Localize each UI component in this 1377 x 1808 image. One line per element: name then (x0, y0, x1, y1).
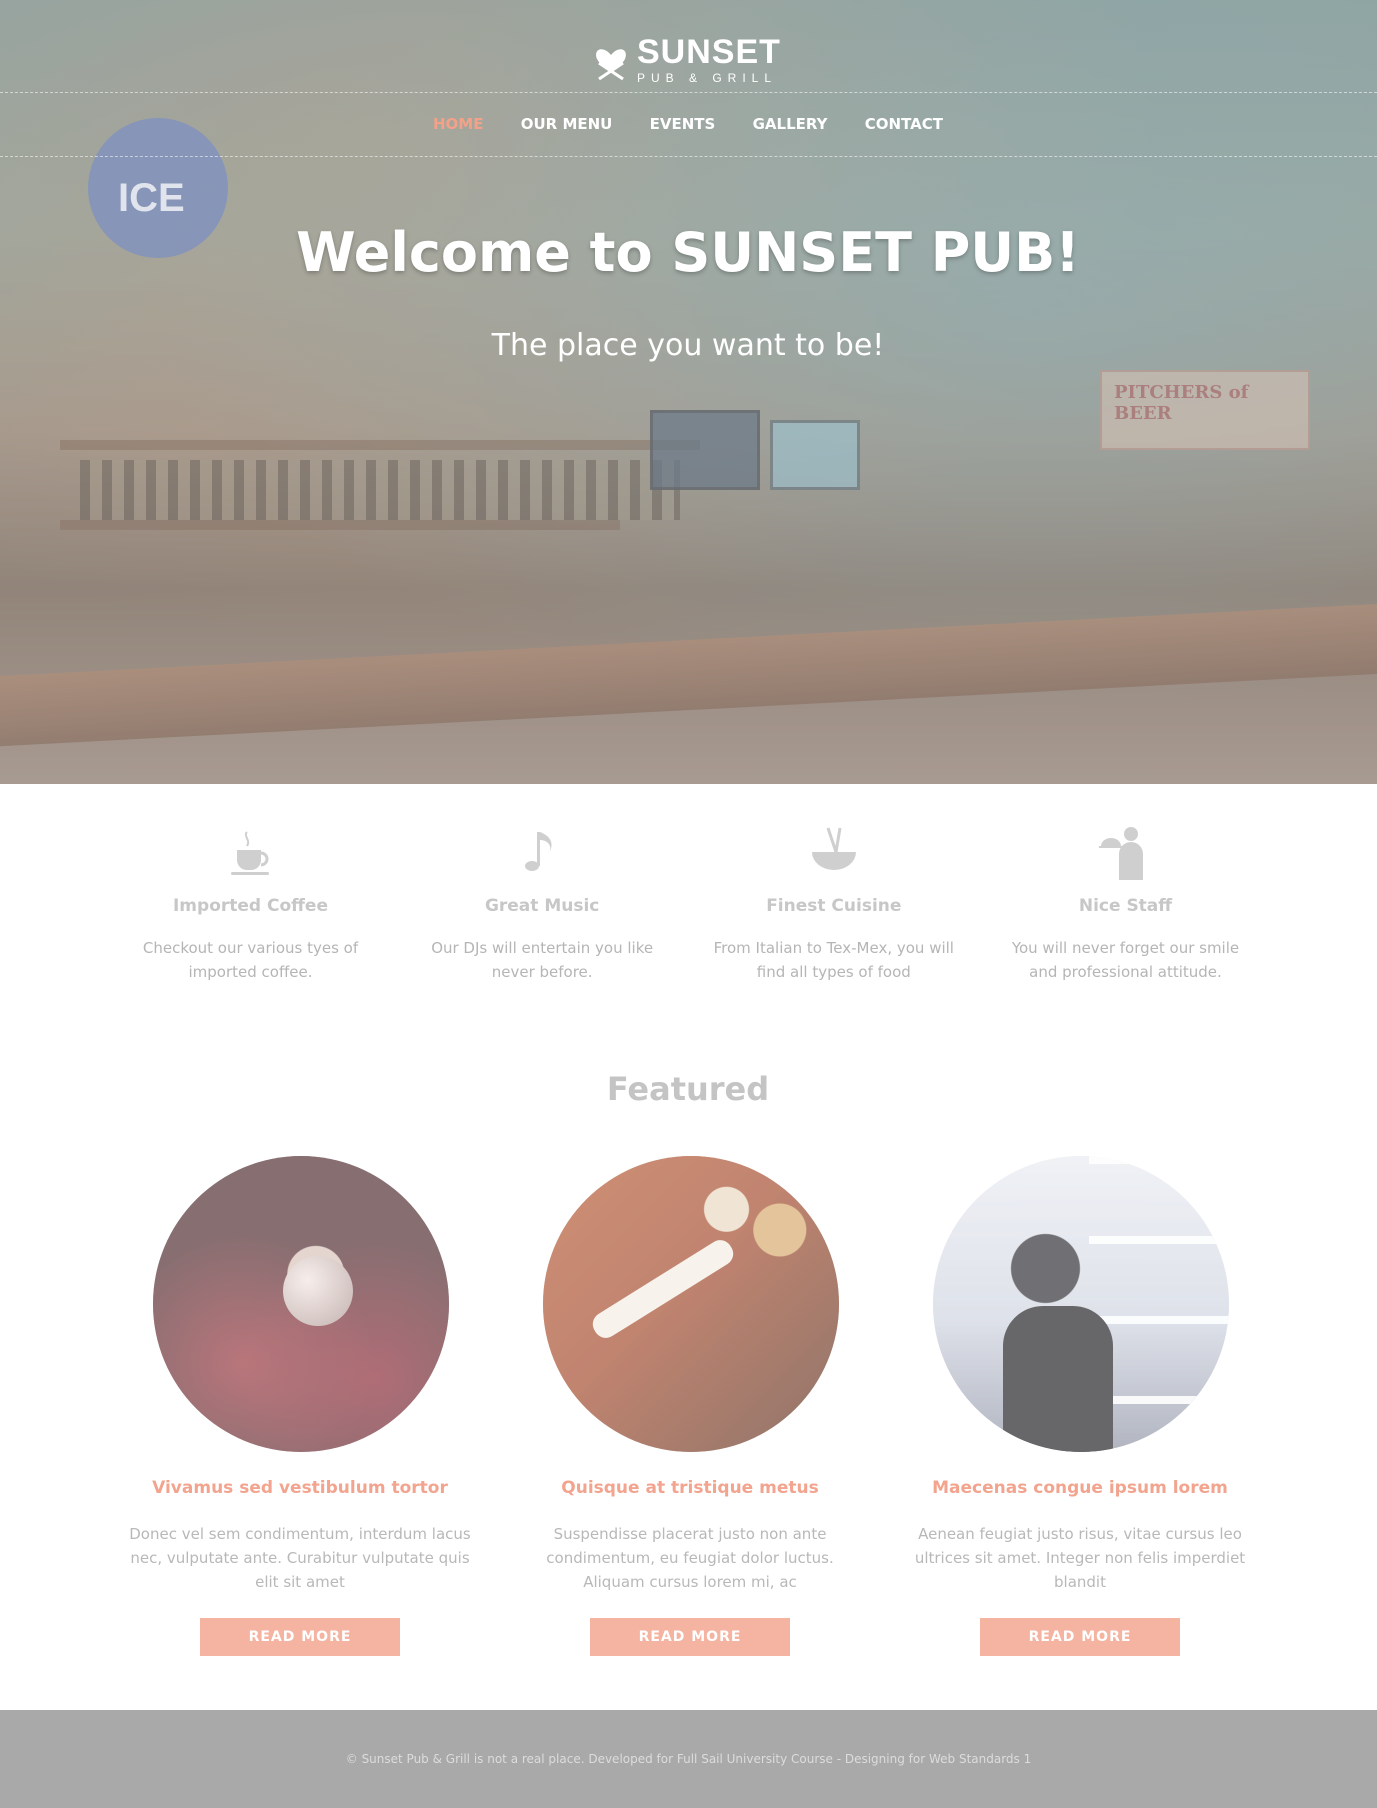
featured-section: Featured Vivamus sed vestibulum tortor D… (123, 1042, 1253, 1707)
feature-description: Checkout our various tyes of imported co… (142, 939, 359, 981)
main-nav: HOME OUR MENU EVENTS GALLERY CONTACT (413, 95, 963, 153)
card-description: Aenean feugiat justo risus, vitae cursus… (914, 1525, 1246, 1591)
brand-logo[interactable]: SUNSET PUB & GRILL (583, 28, 802, 90)
brand-name: SUNSET (637, 32, 781, 71)
featured-cards: Vivamus sed vestibulum tortor Donec vel … (123, 1152, 1253, 1674)
feature-title: Imported Coffee (172, 896, 328, 916)
feature-title: Great Music (484, 896, 600, 916)
feature-item: Finest Cuisine From Italian to Tex-Mex, … (706, 806, 961, 1016)
page-footer: © Sunset Pub & Grill is not a real place… (0, 1710, 1377, 1808)
featured-heading: Featured (606, 1070, 770, 1108)
photo-veil (543, 1156, 839, 1452)
read-more-button[interactable]: READ MORE (200, 1618, 400, 1656)
waiter-icon (1099, 827, 1144, 880)
card-description: Donec vel sem condimentum, interdum lacu… (129, 1525, 471, 1591)
nav-item-home[interactable]: HOME (433, 115, 483, 133)
read-more-button[interactable]: READ MORE (590, 1618, 790, 1656)
hero-text-block: Welcome to SUNSET PUB! The place you wan… (288, 218, 1088, 408)
footer-text: © Sunset Pub & Grill is not a real place… (345, 1752, 1032, 1766)
coffee-cup-icon (230, 831, 269, 875)
feature-item: Nice Staff You will never forget our smi… (998, 806, 1253, 1016)
hero-section: ICE PITCHERS of BEER SUNSET PUB & GRILL … (0, 0, 1377, 784)
nav-divider-top (0, 92, 1377, 93)
feature-description: You will never forget our smile and prof… (1011, 939, 1240, 981)
wall-signs-photo (543, 1156, 839, 1452)
nav-item-gallery[interactable]: GALLERY (753, 115, 828, 133)
card-title: Vivamus sed vestibulum tortor (152, 1478, 448, 1498)
nav-item-our-menu[interactable]: OUR MENU (521, 115, 613, 133)
feature-title: Finest Cuisine (766, 896, 902, 916)
feature-item: Imported Coffee Checkout our various tye… (123, 806, 378, 1016)
hero-title: Welcome to SUNSET PUB! (296, 221, 1080, 284)
card-description: Suspendisse placerat justo non ante cond… (546, 1525, 834, 1591)
nav-item-contact[interactable]: CONTACT (865, 115, 943, 133)
features-row: Imported Coffee Checkout our various tye… (123, 792, 1253, 1024)
bartender-photo (933, 1156, 1229, 1452)
featured-card: Quisque at tristique metus Suspendisse p… (515, 1152, 865, 1674)
feature-description: Our DJs will entertain you like never be… (431, 939, 654, 981)
card-title: Maecenas congue ipsum lorem (932, 1478, 1228, 1498)
photo-veil (933, 1156, 1229, 1452)
disco-ball-photo (153, 1156, 449, 1452)
nav-item-events[interactable]: EVENTS (650, 115, 716, 133)
noodle-bowl-icon (811, 827, 856, 870)
feature-item: Great Music Our DJs will entertain you l… (415, 806, 670, 1016)
hero-subtitle: The place you want to be! (491, 328, 885, 363)
brand-subtitle: PUB & GRILL (637, 70, 778, 85)
featured-card: Vivamus sed vestibulum tortor Donec vel … (125, 1152, 475, 1674)
heart-fork-knife-icon (596, 49, 626, 81)
feature-title: Nice Staff (1078, 896, 1173, 916)
card-title: Quisque at tristique metus (561, 1478, 819, 1498)
nav-divider-bottom (0, 156, 1377, 157)
feature-description: From Italian to Tex-Mex, you will find a… (713, 939, 954, 981)
read-more-button[interactable]: READ MORE (980, 1618, 1180, 1656)
featured-card: Maecenas congue ipsum lorem Aenean feugi… (905, 1152, 1255, 1674)
photo-veil (153, 1156, 449, 1452)
music-note-icon (525, 832, 552, 871)
